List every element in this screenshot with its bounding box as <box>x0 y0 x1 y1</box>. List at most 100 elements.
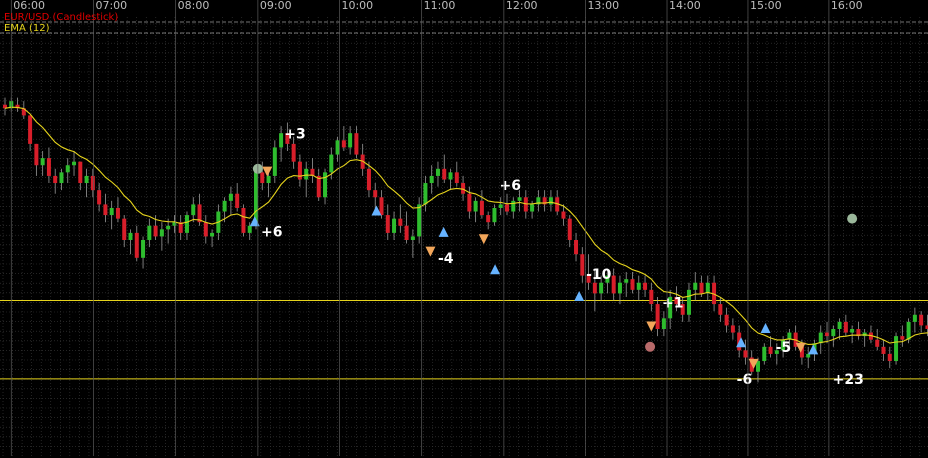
candle-bull <box>831 329 836 337</box>
candle-bull <box>693 282 698 290</box>
candle-bear <box>486 215 491 223</box>
candle-bear <box>366 168 371 191</box>
candle-bull <box>599 282 604 294</box>
candle-bull <box>511 200 516 212</box>
candle-bull <box>329 154 334 173</box>
candle-bear <box>442 168 447 180</box>
candle-bear <box>235 193 240 208</box>
exit-dot <box>847 213 858 224</box>
candle-bull <box>818 332 823 344</box>
candle-bull <box>661 318 666 329</box>
candle-bull <box>184 215 189 233</box>
candle-bull <box>304 168 309 180</box>
time-label: 12:00 <box>506 0 538 12</box>
candle-bear <box>134 232 139 258</box>
candle-bull <box>272 147 277 176</box>
candle-bull <box>762 346 767 362</box>
candle-bear <box>567 218 572 240</box>
buy-arrow <box>574 290 585 301</box>
candle-bear <box>385 215 390 233</box>
candle-bear <box>454 172 459 184</box>
candle-bear <box>461 183 466 194</box>
candle-bull <box>247 225 252 233</box>
candle-bull <box>498 204 503 208</box>
buy-arrow <box>808 344 819 355</box>
candle-bull <box>837 321 842 329</box>
candle-bull <box>473 200 478 212</box>
candle-bull <box>429 175 434 184</box>
chart-area: +3 +6 -4 +6 -10 +1 -5 -6 +23 06:00 07:00 08:00 09:0… <box>0 0 928 458</box>
candle-bear <box>97 190 102 205</box>
time-axis: 06:00 07:00 08:00 09:00 10:00 11:00 12:00 13:00… <box>0 0 928 456</box>
candle-bull <box>448 172 453 180</box>
candle-bear <box>611 275 616 294</box>
candle-bear <box>122 218 127 240</box>
trade-result-label: +6 <box>261 224 282 240</box>
candle-bull <box>72 161 77 166</box>
candle-bear <box>28 115 33 144</box>
candle-bear <box>115 207 120 219</box>
candle-bull <box>548 197 553 205</box>
buy-arrow <box>760 323 771 333</box>
candle-bull <box>222 200 227 212</box>
candle-bull <box>159 229 164 237</box>
sell-arrow <box>795 342 806 353</box>
candle-bear <box>919 314 924 326</box>
candle-bear <box>724 314 729 326</box>
candle-bull <box>228 193 233 201</box>
candle-bear <box>103 204 108 216</box>
legend-symbol: EUR/USD (Candlestick) <box>4 12 118 23</box>
trade-result-label: +6 <box>499 178 520 194</box>
candle-bull <box>686 289 691 315</box>
trade-result-label: -4 <box>438 251 454 267</box>
candle-bear <box>291 143 296 162</box>
candle-bear <box>398 218 403 226</box>
candle-bull <box>166 225 171 230</box>
candle-bull <box>191 204 196 216</box>
time-label: 16:00 <box>831 0 863 12</box>
buy-arrow <box>490 264 501 275</box>
candle-bear <box>297 161 302 180</box>
candle-bear <box>630 279 635 290</box>
candle-bear <box>523 197 528 212</box>
candle-bull <box>617 282 622 294</box>
candle-bull <box>323 172 328 198</box>
candle-bear <box>743 350 748 358</box>
candle-bear <box>718 304 723 315</box>
candle-bull <box>850 329 855 333</box>
candle-bull <box>141 240 146 258</box>
legend: EUR/USD (Candlestick) EMA (12) <box>4 12 118 34</box>
candle-bear <box>467 193 472 212</box>
time-label: 08:00 <box>178 0 210 12</box>
candle-bear <box>505 204 509 212</box>
candle-bear <box>730 325 735 333</box>
candle-bull <box>806 353 811 358</box>
candle-bear <box>341 140 346 148</box>
candle-bear <box>900 336 905 340</box>
time-label: 07:00 <box>95 0 127 12</box>
candle-bear <box>354 133 359 155</box>
candle-bear <box>404 225 409 240</box>
candle-bull <box>210 232 215 237</box>
candle-bear <box>479 200 484 216</box>
trade-markers <box>249 163 858 369</box>
candle-bear <box>561 211 566 219</box>
buy-arrow <box>438 226 449 237</box>
time-label: 14:00 <box>669 0 701 12</box>
candle-bear <box>153 225 158 237</box>
candle-bull <box>517 197 522 201</box>
candle-bull <box>65 165 70 173</box>
candle-bull <box>335 140 340 155</box>
candle-bull <box>348 133 353 148</box>
candle-bull <box>636 282 641 290</box>
candle-bear <box>881 346 886 354</box>
candle-bear <box>699 282 704 294</box>
candle-bear <box>78 161 83 184</box>
time-label: 09:00 <box>260 0 292 12</box>
candle-bull <box>392 218 397 233</box>
candle-bull <box>59 172 64 184</box>
candle-bear <box>241 207 246 233</box>
candle-bull <box>894 336 899 362</box>
candle-bear <box>260 172 265 184</box>
candle-bear <box>592 282 597 294</box>
